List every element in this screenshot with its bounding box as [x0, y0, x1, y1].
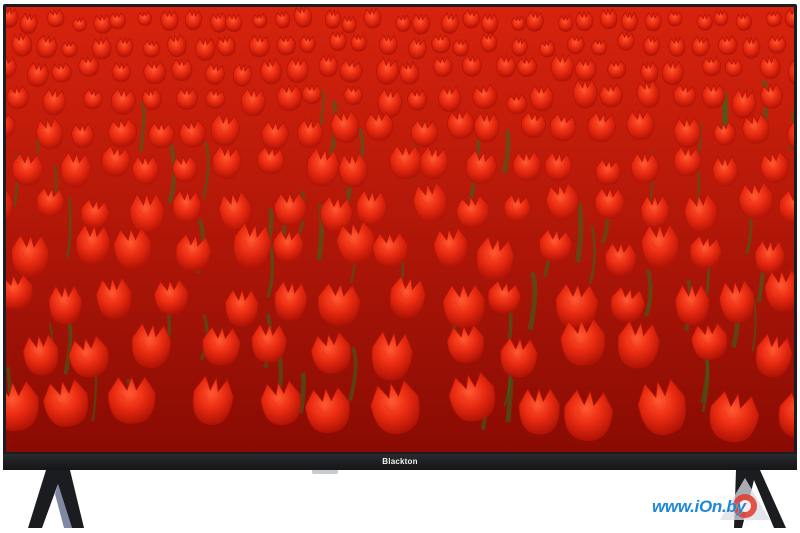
tulip-bloom: [378, 34, 398, 56]
brand-label: Blackton: [382, 457, 418, 466]
tulip-bloom: [224, 12, 243, 33]
tulip-bloom: [574, 58, 597, 82]
tulip-bloom: [171, 57, 193, 82]
tulip-bloom: [641, 223, 680, 268]
tulip-bloom: [661, 60, 684, 86]
tulip-bloom: [194, 36, 216, 61]
tulip-bloom: [108, 11, 126, 30]
tulip-bloom: [350, 33, 367, 52]
tulip-bloom: [604, 241, 637, 277]
tv-screen: [6, 7, 794, 452]
tulip-bloom: [318, 54, 339, 78]
tulip-bloom: [550, 53, 575, 82]
tulip-bloom: [529, 84, 554, 112]
tulip-bloom: [437, 85, 462, 113]
tulip-bloom: [407, 89, 428, 111]
tulip-bloom: [251, 323, 287, 363]
tulip-bloom: [107, 375, 156, 424]
tulip-bloom: [767, 35, 787, 54]
tulip-bloom: [225, 288, 259, 327]
ir-sensor: [312, 470, 338, 474]
tulip-bloom: [575, 10, 594, 31]
tulip-bloom: [594, 186, 625, 220]
tulip-bloom: [129, 192, 165, 235]
tulip-bloom: [557, 14, 574, 32]
tulip-bloom: [572, 78, 598, 109]
watermark-text: www.iOn.by: [652, 497, 746, 516]
tulip-bloom: [701, 83, 726, 109]
tulip-bloom: [640, 194, 670, 229]
tulip-bloom: [160, 9, 179, 31]
tulip-bloom: [389, 144, 423, 180]
tulip-bloom: [713, 9, 729, 26]
tulip-bloom: [696, 12, 713, 31]
tulip-bloom: [372, 232, 408, 267]
stand-foot-icon: [28, 470, 84, 528]
tulip-bloom: [148, 121, 175, 149]
tulip-bloom: [301, 83, 322, 105]
tulip-bloom: [175, 87, 198, 110]
tulip-bloom: [48, 284, 82, 325]
tulip-bloom: [328, 30, 347, 52]
tulip-bloom: [742, 36, 761, 59]
tulip-bloom: [518, 387, 560, 435]
tulip-bloom: [11, 233, 50, 278]
tulip-bloom: [667, 10, 683, 27]
tulip-bloom: [675, 283, 710, 326]
tulip-bloom: [644, 11, 662, 32]
tulip-bloom: [712, 155, 739, 187]
tulip-bloom: [452, 38, 470, 57]
tulip-bloom: [724, 58, 743, 77]
tv-set: Blackton: [3, 4, 797, 470]
tulip-bloom: [273, 191, 307, 227]
tulip-bloom: [701, 56, 722, 77]
tulip-field-image: [6, 7, 794, 452]
tulip-bloom: [411, 12, 431, 35]
tulip-bloom: [341, 15, 357, 34]
tulip-bloom: [630, 151, 659, 184]
tulip-bloom: [591, 38, 608, 56]
tulip-bloom: [621, 10, 639, 32]
tulip-bloom: [442, 283, 485, 328]
tulip-bloom: [131, 154, 160, 186]
tulip-bloom: [480, 12, 499, 34]
tulip-bloom: [474, 111, 500, 143]
tulip-bloom: [495, 54, 517, 78]
